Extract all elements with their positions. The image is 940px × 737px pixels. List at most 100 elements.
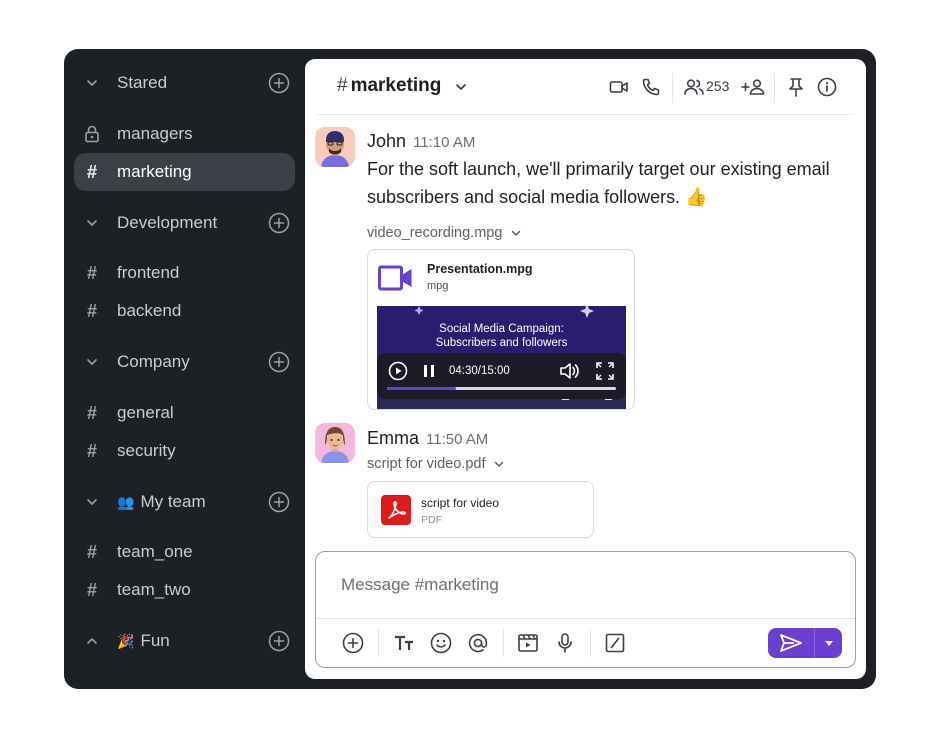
pdf-file-icon — [381, 495, 411, 530]
sidebar-group-label: Stared — [117, 73, 168, 92]
video-attachment-card[interactable]: Presentation.mpg mpg Social Media Campai… — [367, 249, 635, 410]
sidebar-item-managers[interactable]: managers — [74, 115, 295, 153]
file-title: script for video — [421, 496, 500, 510]
pause-icon[interactable] — [422, 363, 436, 384]
chevron-down-icon[interactable] — [83, 493, 101, 511]
sidebar-item-marketing[interactable]: # marketing — [74, 153, 295, 191]
volume-icon[interactable] — [558, 361, 580, 386]
channel-name: marketing — [350, 75, 442, 96]
chevron-down-icon[interactable] — [83, 74, 101, 92]
mention-icon[interactable] — [467, 632, 489, 654]
attachment-toggle[interactable]: script for video.pdf — [367, 456, 505, 472]
sidebar-group-label: 🎉 Fun — [117, 631, 170, 650]
video-file-icon — [378, 265, 414, 296]
add-member-icon[interactable] — [741, 76, 767, 98]
people-emoji-icon: 👥 — [117, 493, 135, 510]
sidebar-group-label: Development — [117, 213, 218, 232]
video-progress-fill — [387, 387, 456, 390]
message-input[interactable] — [316, 552, 855, 618]
add-circle-icon[interactable] — [268, 630, 290, 652]
add-circle-icon[interactable] — [268, 491, 290, 513]
main-panel: # marketing 253 John 11:10 AM For the so… — [305, 59, 866, 679]
fullscreen-icon[interactable] — [595, 361, 615, 386]
sidebar-item-backend[interactable]: # backend — [74, 292, 295, 330]
add-circle-icon[interactable] — [268, 72, 290, 94]
file-type: mpg — [427, 280, 449, 292]
send-options-button[interactable] — [815, 628, 842, 658]
sidebar-item-label: backend — [117, 301, 182, 320]
chat-app-window: Stared managers # marketing Development … — [64, 49, 876, 689]
add-circle-icon[interactable] — [342, 632, 364, 654]
message-author[interactable]: John 11:10 AM — [367, 131, 475, 152]
sidebar-item-label: security — [117, 441, 176, 460]
chevron-down-icon[interactable] — [510, 227, 522, 239]
avatar[interactable] — [315, 127, 355, 167]
sidebar-item-team-one[interactable]: # team_one — [74, 533, 295, 571]
video-call-icon[interactable] — [608, 76, 630, 98]
phone-icon[interactable] — [640, 76, 662, 98]
sidebar-item-security[interactable]: # security — [74, 432, 295, 470]
slash-command-icon[interactable] — [604, 632, 626, 654]
hash-icon: # — [86, 262, 97, 283]
caret-down-icon — [824, 641, 833, 646]
sidebar-item-general[interactable]: # general — [74, 394, 295, 432]
attachment-name: video_recording.mpg — [367, 225, 503, 241]
sidebar-group-stared[interactable]: Stared — [74, 65, 295, 101]
hash-icon: # — [86, 579, 97, 600]
avatar[interactable] — [315, 423, 355, 463]
sidebar-item-team-two[interactable]: # team_two — [74, 571, 295, 609]
info-icon[interactable] — [816, 76, 838, 98]
play-icon[interactable] — [388, 361, 408, 386]
sidebar-item-label: team_two — [117, 580, 191, 599]
text-format-icon[interactable] — [393, 632, 415, 654]
hash-icon: # — [86, 541, 97, 562]
pdf-attachment-card[interactable]: script for video PDF — [367, 481, 594, 538]
party-emoji-icon: 🎉 — [117, 632, 135, 649]
send-button[interactable] — [768, 628, 814, 658]
sidebar-item-label: general — [117, 403, 174, 422]
video-controls: 04:30/15:00 — [377, 353, 626, 399]
attachment-name: script for video.pdf — [367, 456, 486, 472]
composer-divider — [316, 618, 855, 619]
file-type: PDF — [421, 514, 442, 526]
toolbar-divider — [672, 73, 673, 103]
add-circle-icon[interactable] — [268, 212, 290, 234]
hash-icon: # — [86, 440, 97, 461]
hash-icon: # — [86, 161, 97, 182]
toolbar-divider — [590, 629, 591, 657]
sidebar-group-fun[interactable]: 🎉 Fun — [74, 623, 295, 659]
message-timestamp: 11:10 AM — [413, 134, 476, 151]
sidebar-group-development[interactable]: Development — [74, 205, 295, 241]
video-progress-bar[interactable] — [387, 387, 616, 390]
chevron-down-icon[interactable] — [453, 79, 469, 95]
sidebar-group-company[interactable]: Company — [74, 344, 295, 380]
file-title: Presentation.mpg — [427, 262, 533, 276]
lock-icon — [83, 125, 101, 143]
message-composer — [315, 551, 856, 668]
toolbar-divider — [503, 629, 504, 657]
message-author[interactable]: Emma 11:50 AM — [367, 428, 488, 449]
sidebar-group-label: 👥 My team — [117, 492, 206, 511]
sidebar-group-label: Company — [117, 352, 190, 371]
send-icon — [780, 634, 802, 652]
members-icon[interactable] — [683, 76, 705, 98]
member-count[interactable]: 253 — [706, 78, 729, 94]
emoji-icon[interactable] — [430, 632, 452, 654]
chevron-down-icon[interactable] — [493, 458, 505, 470]
video-clip-icon[interactable] — [517, 632, 539, 654]
channel-title[interactable]: # marketing — [337, 75, 441, 97]
add-circle-icon[interactable] — [268, 351, 290, 373]
pin-icon[interactable] — [785, 76, 807, 98]
chevron-up-icon[interactable] — [83, 632, 101, 650]
microphone-icon[interactable] — [554, 632, 576, 654]
chevron-down-icon[interactable] — [83, 353, 101, 371]
toolbar-divider — [378, 629, 379, 657]
sidebar-item-frontend[interactable]: # frontend — [74, 254, 295, 292]
video-player[interactable]: Social Media Campaign: Subscribers and fo… — [377, 306, 626, 409]
header-divider — [317, 114, 854, 115]
attachment-toggle[interactable]: video_recording.mpg — [367, 225, 522, 241]
sidebar-item-label: team_one — [117, 542, 193, 561]
chevron-down-icon[interactable] — [83, 214, 101, 232]
sidebar-group-my-team[interactable]: 👥 My team — [74, 484, 295, 520]
hash-icon: # — [337, 75, 348, 96]
